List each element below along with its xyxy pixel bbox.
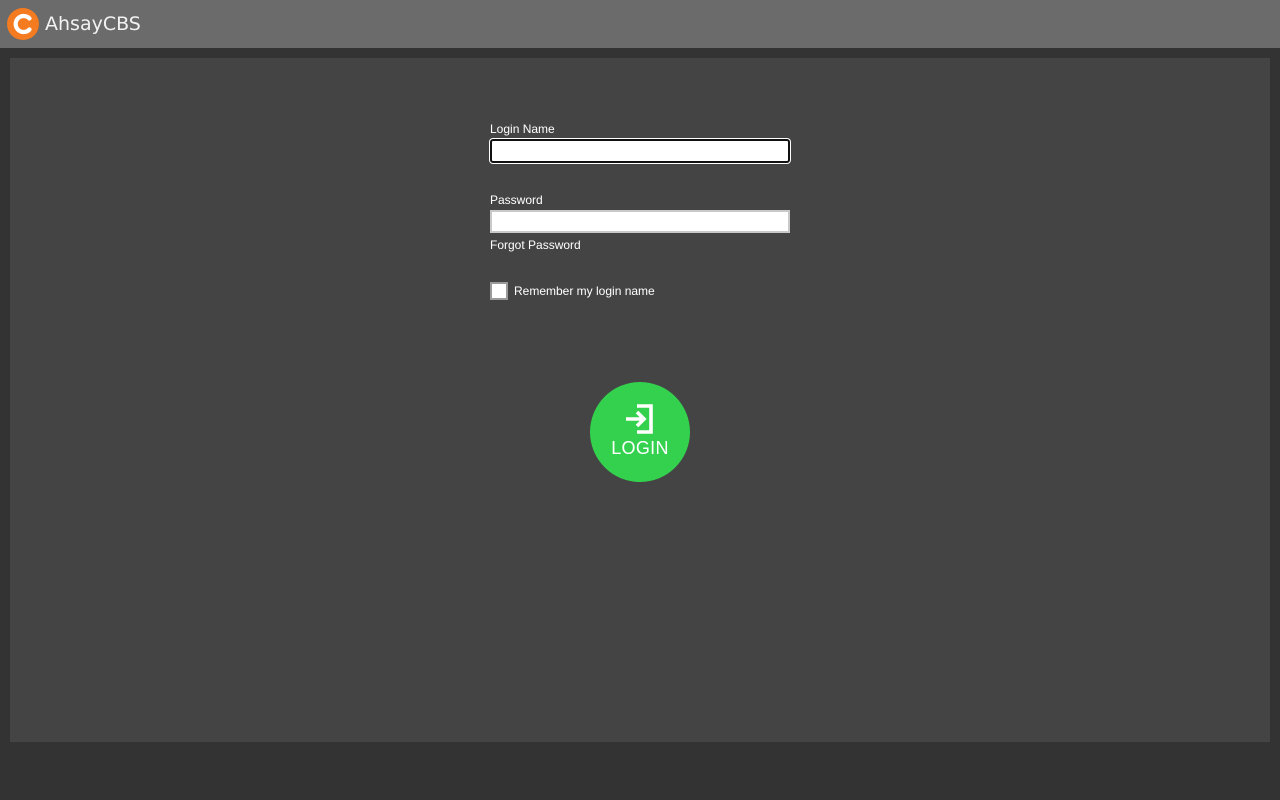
login-button-label: LOGIN — [611, 437, 669, 458]
login-button[interactable]: LOGIN — [590, 382, 690, 482]
brand-name: AhsayCBS — [45, 13, 141, 35]
remember-login-checkbox[interactable] — [490, 282, 508, 300]
brand-logo: AhsayCBS — [7, 8, 141, 40]
password-input[interactable] — [490, 210, 790, 233]
top-bar: AhsayCBS — [0, 0, 1280, 48]
login-name-label: Login Name — [490, 122, 555, 136]
ahsay-logo-icon — [7, 8, 39, 40]
forgot-password-link[interactable]: Forgot Password — [490, 238, 581, 252]
remember-login-row[interactable]: Remember my login name — [490, 282, 790, 300]
login-name-input[interactable] — [490, 139, 790, 163]
login-panel: Login Name Password Forgot Password Reme… — [10, 58, 1270, 742]
remember-login-label[interactable]: Remember my login name — [514, 284, 655, 298]
sign-in-icon — [626, 403, 653, 434]
login-form: Login Name Password Forgot Password Reme… — [490, 122, 790, 300]
password-label: Password — [490, 193, 543, 207]
